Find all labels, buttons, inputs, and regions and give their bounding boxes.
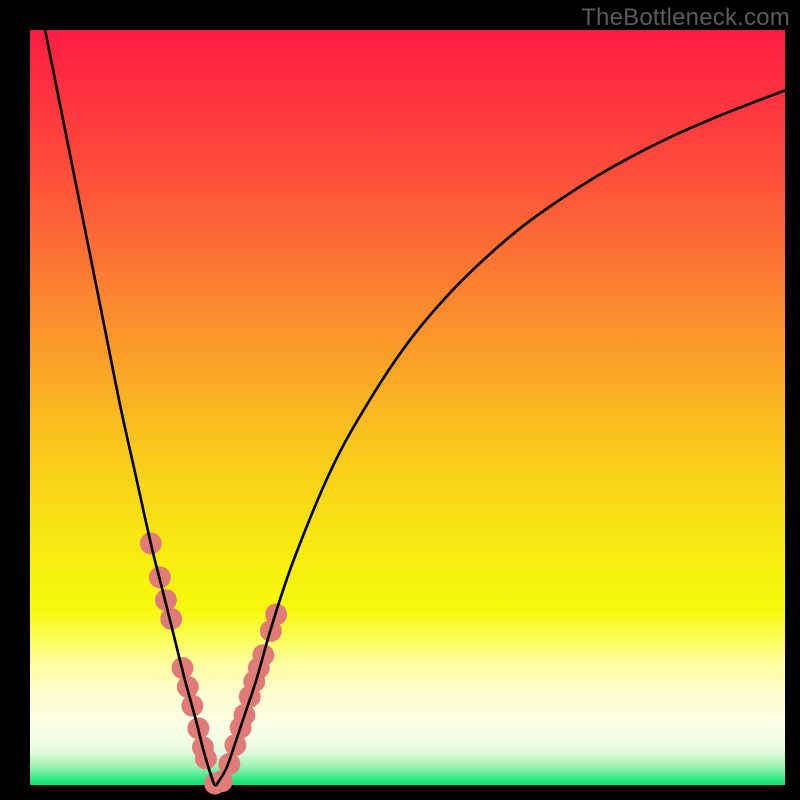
chart-frame: TheBottleneck.com — [0, 0, 800, 800]
watermark-text: TheBottleneck.com — [581, 4, 790, 32]
bottleneck-curve — [30, 30, 785, 785]
plot-area — [30, 30, 785, 785]
